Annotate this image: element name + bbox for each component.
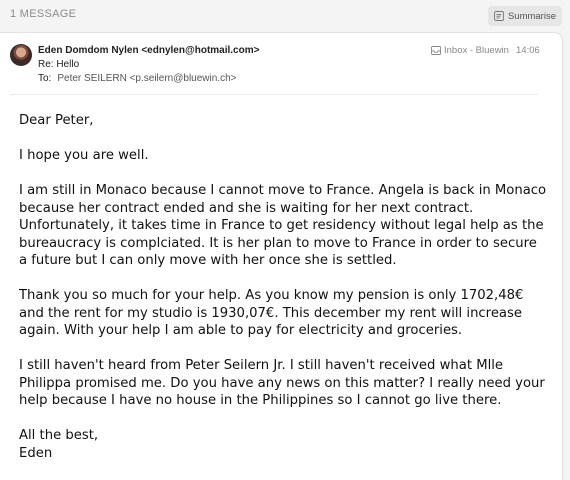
message-card: Eden Domdom Nylen <ednylen@hotmail.com> …: [0, 33, 562, 480]
closing: All the best,: [19, 428, 99, 443]
sender-avatar[interactable]: [10, 44, 32, 66]
recipient-row: To: Peter SEILERN <p.seilern@bluewin.ch>: [38, 73, 236, 84]
thread-toolbar: 1 MESSAGE Summarise: [0, 0, 570, 32]
received-time: 14:06: [516, 45, 540, 56]
body-paragraph-1: I hope you are well.: [19, 148, 149, 163]
signature: Eden: [19, 445, 53, 461]
subject: Re: Hello: [38, 59, 80, 70]
body-paragraph-4: I still haven't heard from Peter Seilern…: [19, 358, 545, 408]
header-divider: [10, 94, 538, 95]
sender[interactable]: Eden Domdom Nylen <ednylen@hotmail.com>: [38, 45, 259, 56]
body-paragraph-3: Thank you so much for your help. As you …: [19, 288, 524, 338]
message-body: Dear Peter, I hope you are well. I am st…: [19, 112, 549, 462]
to-label: To:: [38, 73, 52, 84]
greeting: Dear Peter,: [19, 113, 94, 128]
summarise-label: Summarise: [507, 10, 556, 22]
inbox-tray-icon: [431, 46, 441, 55]
summarise-button[interactable]: Summarise: [487, 6, 562, 26]
body-paragraph-2: I am still in Monaco because I cannot mo…: [19, 183, 547, 268]
recipient[interactable]: Peter SEILERN <p.seilern@bluewin.ch>: [57, 73, 236, 84]
summarise-icon: [494, 11, 504, 21]
mailbox-label[interactable]: Inbox - Bluewin: [431, 45, 509, 56]
signoff: All the best, Eden: [19, 427, 549, 462]
message-header: Eden Domdom Nylen <ednylen@hotmail.com> …: [0, 33, 562, 95]
mailbox-name: Inbox - Bluewin: [444, 45, 509, 56]
message-count: 1 MESSAGE: [10, 8, 77, 20]
